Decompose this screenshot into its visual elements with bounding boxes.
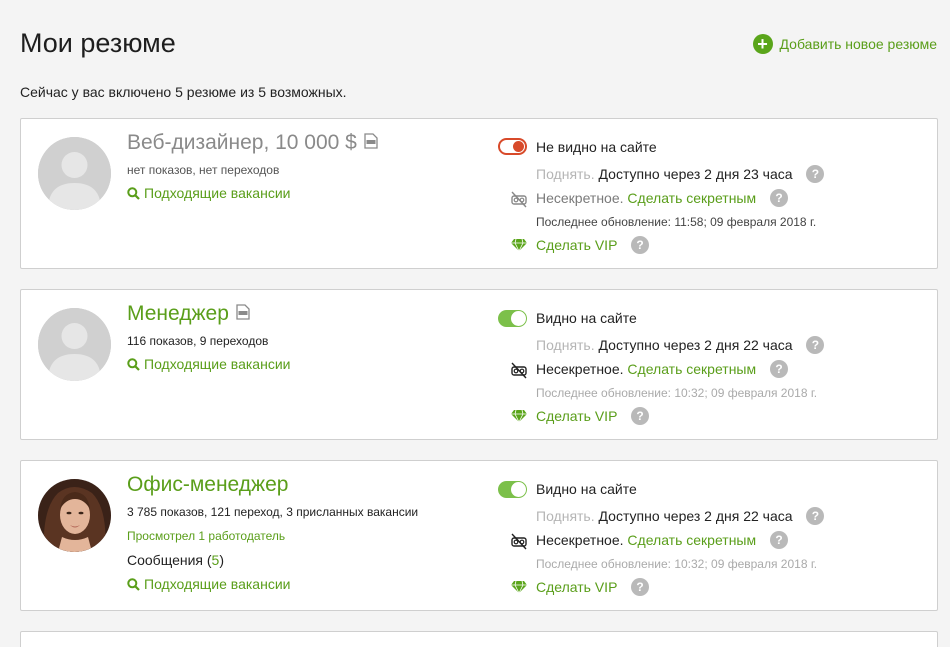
resume-stats: 3 785 показов, 121 переход, 3 присланных… [127, 505, 419, 519]
visibility-toggle[interactable] [498, 138, 527, 155]
visibility-label: Не видно на сайте [536, 139, 657, 155]
employer-viewed-link[interactable]: Просмотрел 1 работодатель [127, 529, 285, 543]
make-secret-link[interactable]: Сделать секретным [627, 361, 756, 377]
help-icon[interactable]: ? [631, 407, 650, 426]
vip-row: Сделать VIP ? [536, 578, 650, 597]
visibility-toggle[interactable] [498, 310, 527, 327]
make-vip-link[interactable]: Сделать VIP [536, 408, 617, 424]
resume-card-partial [20, 631, 938, 647]
resume-card: Офис-менеджер 3 785 показов, 121 переход… [20, 460, 938, 611]
help-icon[interactable]: ? [806, 336, 825, 355]
document-icon[interactable] [236, 303, 250, 325]
last-updated: Последнее обновление: 10:32; 09 февраля … [536, 386, 818, 400]
matching-vacancies-link[interactable]: Подходящие вакансии [127, 185, 290, 201]
avatar[interactable] [38, 137, 111, 210]
help-icon[interactable]: ? [770, 189, 789, 208]
lift-label: Поднять. [536, 508, 595, 524]
avatar[interactable] [38, 308, 111, 381]
messages-count: 5 [211, 552, 220, 568]
search-icon [127, 186, 140, 200]
secret-row: Несекретное. Сделать секретным ? [536, 531, 789, 550]
secret-status: Несекретное. [536, 361, 624, 377]
secret-off-icon [510, 532, 528, 555]
lift-row: Поднять. Доступно через 2 дня 22 часа ? [536, 507, 825, 526]
search-icon [127, 357, 140, 371]
lift-availability: Доступно через 2 дня 22 часа [598, 337, 793, 353]
resume-count-info: Сейчас у вас включено 5 резюме из 5 возм… [20, 84, 347, 100]
messages-label: Сообщения [127, 552, 203, 568]
resume-stats: 116 показов, 9 переходов [127, 334, 269, 348]
add-resume-label: Добавить новое резюме [779, 36, 937, 52]
add-icon: + [752, 34, 773, 54]
visibility-label: Видно на сайте [536, 481, 637, 497]
avatar-photo[interactable] [38, 479, 111, 552]
make-vip-link[interactable]: Сделать VIP [536, 579, 617, 595]
secret-status: Несекретное. [536, 190, 624, 206]
visibility-label: Видно на сайте [536, 310, 637, 326]
resume-card: Веб-дизайнер, 10 000 $ нет показов, нет … [20, 118, 938, 269]
help-icon[interactable]: ? [631, 236, 650, 255]
messages-link[interactable]: Сообщения (5) [127, 552, 224, 568]
resume-title[interactable]: Офис-менеджер [127, 473, 288, 497]
resume-stats: нет показов, нет переходов [127, 163, 280, 177]
last-updated: Последнее обновление: 11:58; 09 февраля … [536, 215, 817, 229]
lift-label: Поднять. [536, 166, 595, 182]
add-resume-button[interactable]: + Добавить новое резюме [752, 34, 937, 54]
vip-row: Сделать VIP ? [536, 407, 650, 426]
secret-off-icon [510, 190, 528, 213]
resume-title[interactable]: Менеджер [127, 302, 229, 326]
diamond-icon [510, 409, 528, 428]
resume-card: Менеджер 116 показов, 9 переходов Подход… [20, 289, 938, 440]
page-title: Мои резюме [20, 28, 176, 58]
help-icon[interactable]: ? [770, 531, 789, 550]
help-icon[interactable]: ? [631, 578, 650, 597]
matching-vacancies-label: Подходящие вакансии [144, 576, 291, 592]
secret-status: Несекретное. [536, 532, 624, 548]
make-secret-link[interactable]: Сделать секретным [627, 532, 756, 548]
matching-vacancies-link[interactable]: Подходящие вакансии [127, 356, 290, 372]
document-icon[interactable] [364, 132, 378, 154]
visibility-toggle[interactable] [498, 481, 527, 498]
diamond-icon [510, 238, 528, 257]
lift-row: Поднять. Доступно через 2 дня 23 часа ? [536, 165, 825, 184]
matching-vacancies-label: Подходящие вакансии [144, 185, 291, 201]
matching-vacancies-label: Подходящие вакансии [144, 356, 291, 372]
last-updated: Последнее обновление: 10:32; 09 февраля … [536, 557, 818, 571]
help-icon[interactable]: ? [806, 507, 825, 526]
secret-row: Несекретное. Сделать секретным ? [536, 189, 789, 208]
make-vip-link[interactable]: Сделать VIP [536, 237, 617, 253]
lift-availability: Доступно через 2 дня 23 часа [598, 166, 793, 182]
help-icon[interactable]: ? [806, 165, 825, 184]
lift-label: Поднять. [536, 337, 595, 353]
resume-title[interactable]: Веб-дизайнер, 10 000 $ [127, 131, 357, 155]
vip-row: Сделать VIP ? [536, 236, 650, 255]
secret-row: Несекретное. Сделать секретным ? [536, 360, 789, 379]
lift-availability: Доступно через 2 дня 22 часа [598, 508, 793, 524]
matching-vacancies-link[interactable]: Подходящие вакансии [127, 576, 290, 592]
make-secret-link[interactable]: Сделать секретным [627, 190, 756, 206]
help-icon[interactable]: ? [770, 360, 789, 379]
secret-off-icon [510, 361, 528, 384]
diamond-icon [510, 580, 528, 599]
lift-row: Поднять. Доступно через 2 дня 22 часа ? [536, 336, 825, 355]
search-icon [127, 577, 140, 591]
